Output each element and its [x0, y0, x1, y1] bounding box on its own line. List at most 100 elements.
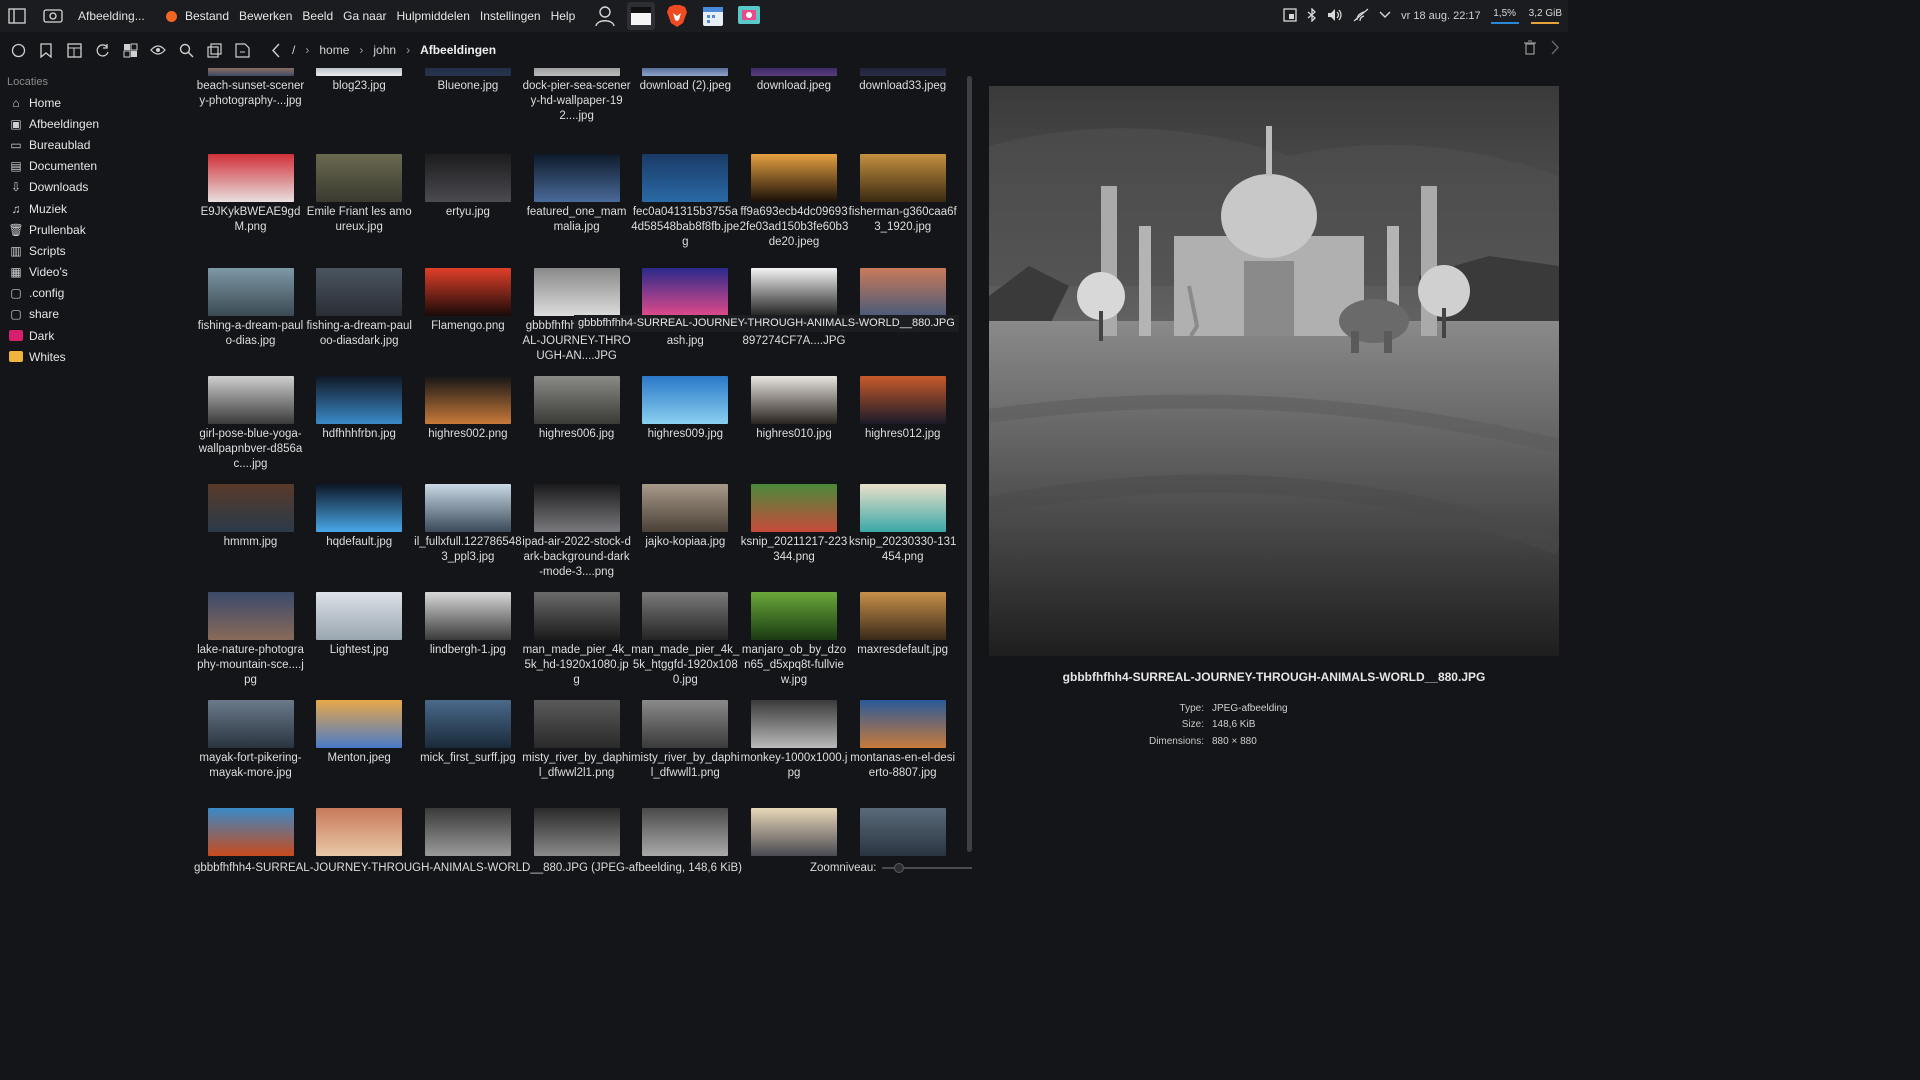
export-icon[interactable]	[232, 40, 252, 60]
user-icon[interactable]	[591, 2, 619, 30]
file-item[interactable]: Flamengo.png	[413, 268, 522, 334]
sidebar-item-config[interactable]: ▢ .config	[0, 283, 186, 304]
cpu-meter[interactable]: 1,5%	[1490, 8, 1519, 24]
menu-ga-naar[interactable]: Ga naar	[343, 9, 386, 23]
file-item[interactable]: Lightest.jpg	[305, 592, 414, 658]
breadcrumb-current[interactable]: Afbeeldingen	[420, 43, 496, 57]
file-item[interactable]: montanas-en-el-desierto-8807.jpg	[848, 700, 957, 781]
file-item[interactable]: download33.jpeg	[848, 68, 957, 94]
file-item[interactable]: misty_river_by_daphil_dfwwll1.png	[631, 700, 740, 781]
menu-bestand[interactable]: Bestand	[185, 9, 229, 23]
file-item[interactable]: gerald-berliner-unsplash.jpg	[631, 268, 740, 349]
screenshot-icon[interactable]	[42, 5, 64, 27]
file-item[interactable]: E9JKykBWEAE9gdM.png	[196, 154, 305, 235]
sidebar-item-afbeeldingen[interactable]: ▣ Afbeeldingen	[0, 113, 186, 134]
file-item[interactable]: dock-pier-sea-scenery-hd-wallpaper-192..…	[522, 68, 631, 124]
menu-bewerken[interactable]: Bewerken	[239, 9, 292, 23]
forward-icon[interactable]	[1550, 40, 1560, 58]
file-item[interactable]: fishing-a-dream-pauloo-diasdark.jpg	[305, 268, 414, 349]
file-item[interactable]: highres006.jpg	[522, 376, 631, 442]
volume-icon[interactable]	[1327, 8, 1343, 25]
file-item[interactable]: mayak-fort-pikering-mayak-more.jpg	[196, 700, 305, 781]
file-item[interactable]: jajko-kopiaa.jpg	[631, 484, 740, 550]
memory-meter[interactable]: 3,2 GiB	[1529, 8, 1562, 24]
sidebar-item-video-s[interactable]: ▦ Video's	[0, 262, 186, 283]
file-item[interactable]: highres009.jpg	[631, 376, 740, 442]
breadcrumb-home[interactable]: home	[319, 43, 349, 57]
copy-icon[interactable]	[204, 40, 224, 60]
refresh-icon[interactable]	[92, 40, 112, 60]
file-item[interactable]: Emile Friant les amoureux.jpg	[305, 154, 414, 235]
file-item[interactable]: ipad-air-2022-stock-dark-background-dark…	[522, 484, 631, 580]
sidebar-item-home[interactable]: ⌂ Home	[0, 92, 186, 113]
terminal-task-icon[interactable]	[627, 2, 656, 30]
file-item[interactable]: man_made_pier_4k_5k_hd-1920x1080.jpg	[522, 592, 631, 688]
file-item[interactable]: gfhfhh427BB7A1951897274CF7A....JPG	[740, 268, 849, 349]
application-launcher-icon[interactable]	[6, 5, 28, 27]
file-item[interactable]: ff9a693ecb4dc096932fe03ad150b3fe60b3de20…	[740, 154, 849, 250]
file-item[interactable]: girl-pose-blue-yoga-wallpapnbver-d856ac.…	[196, 376, 305, 472]
sidebar-item-downloads[interactable]: ⇩ Downloads	[0, 177, 186, 198]
tray-expand-icon[interactable]	[1379, 10, 1391, 22]
file-item[interactable]: fec0a041315b3755a4d58548bab8f8fb.jpeg	[631, 154, 740, 250]
bookmark-icon[interactable]	[36, 40, 56, 60]
brave-browser-icon[interactable]	[663, 2, 691, 30]
menu-hulpmiddelen[interactable]: Hulpmiddelen	[396, 9, 469, 23]
file-item[interactable]: fishing-a-dream-paulo-dias.jpg	[196, 268, 305, 349]
file-item[interactable]: hdfhhhfrbn.jpg	[305, 376, 414, 442]
file-item[interactable]: manjaro_ob_by_dzon65_d5xpq8t-fullview.jp…	[740, 592, 849, 688]
menu-instellingen[interactable]: Instellingen	[480, 9, 541, 23]
calendar-app-icon[interactable]	[699, 2, 727, 30]
file-item[interactable]: mountain-	[522, 808, 631, 860]
grid-view-icon[interactable]	[120, 40, 140, 60]
preview-toggle-icon[interactable]	[148, 40, 168, 60]
vertical-scrollbar[interactable]	[967, 76, 972, 852]
file-item[interactable]: man_made_pier_4k_5k_htggfd-1920x1080.jpg	[631, 592, 740, 688]
file-item[interactable]: beach-sunset-scenery-photography-...jpg	[196, 68, 305, 109]
sidebar-item-prullenbak[interactable]: 🗑 Prullenbak	[0, 219, 186, 240]
file-item[interactable]: Menton.jpeg	[305, 700, 414, 766]
file-item[interactable]: highres012.jpg	[848, 376, 957, 442]
file-item[interactable]: monkey-1000x1000.jpg	[740, 700, 849, 781]
file-item[interactable]: featured_one_mammalia.jpg	[522, 154, 631, 235]
file-item[interactable]: ksnip_20230330-131454.png	[848, 484, 957, 565]
sidebar-item-bureaublad[interactable]: ▭ Bureaublad	[0, 134, 186, 155]
sidebar-item-dark[interactable]: Dark	[0, 325, 186, 346]
sidebar-item-documenten[interactable]: ▤ Documenten	[0, 156, 186, 177]
zoom-slider-handle[interactable]	[894, 863, 905, 873]
file-item[interactable]: download.jpeg	[740, 68, 849, 94]
clock[interactable]: vr 18 aug. 22:17	[1401, 10, 1481, 22]
file-item[interactable]: misty_river_by_daphil_dfwwl2l1.png	[522, 700, 631, 781]
record-icon[interactable]	[8, 40, 28, 60]
breadcrumb-root[interactable]: /	[292, 43, 295, 57]
file-item[interactable]: mick_first_surff.jpg	[413, 700, 522, 766]
file-item[interactable]: mountains-clouds-	[740, 808, 849, 860]
zoom-slider[interactable]	[882, 863, 973, 873]
menu-help[interactable]: Help	[551, 9, 576, 23]
file-item[interactable]: fisherman-g360caa6f3_1920.jpg	[848, 154, 957, 235]
wifi-icon[interactable]	[1353, 8, 1369, 25]
file-item[interactable]: highres002.png	[413, 376, 522, 442]
back-icon[interactable]	[266, 40, 286, 60]
file-item[interactable]: download (2).jpeg	[631, 68, 740, 94]
panel-layout-icon[interactable]	[64, 40, 84, 60]
file-item[interactable]: maxresdefault.jpg	[848, 592, 957, 658]
file-item[interactable]: hmmm.jpg	[196, 484, 305, 550]
search-icon[interactable]	[176, 40, 196, 60]
sidebar-item-muziek[interactable]: ♫ Muziek	[0, 198, 186, 219]
sidebar-item-whites[interactable]: Whites	[0, 346, 186, 367]
clipboard-icon[interactable]	[1283, 7, 1297, 25]
breadcrumb-john[interactable]: john	[373, 43, 396, 57]
file-item[interactable]: highres010.jpg	[740, 376, 849, 442]
file-item[interactable]: lake-nature-photography-mountain-sce....…	[196, 592, 305, 688]
file-item[interactable]: mountain-railroad-	[631, 808, 740, 860]
trash-icon[interactable]	[1524, 40, 1536, 58]
file-item[interactable]: lindbergh-1.jpg	[413, 592, 522, 658]
file-item[interactable]: ertyu.jpg	[413, 154, 522, 220]
file-item[interactable]: blog23.jpg	[305, 68, 414, 94]
sidebar-item-share[interactable]: ▢ share	[0, 304, 186, 325]
file-item[interactable]: ksnip_20211217-223344.png	[740, 484, 849, 565]
sidebar-item-scripts[interactable]: ▥ Scripts	[0, 240, 186, 261]
bluetooth-icon[interactable]	[1307, 6, 1317, 25]
file-item[interactable]: moonup_sc.jpg	[196, 808, 305, 860]
